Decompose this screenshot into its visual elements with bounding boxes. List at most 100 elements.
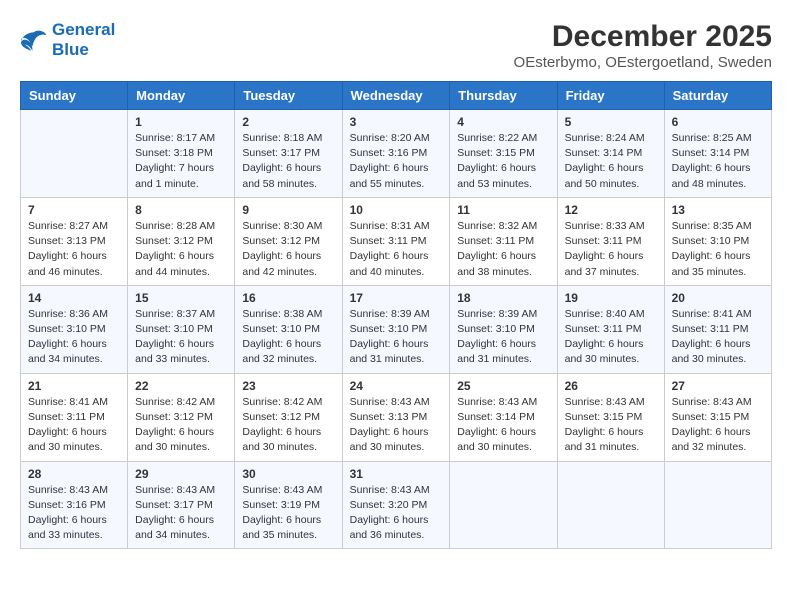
day-content: Sunrise: 8:24 AM Sunset: 3:14 PM Dayligh… [565,131,657,192]
calendar-cell: 5Sunrise: 8:24 AM Sunset: 3:14 PM Daylig… [557,110,664,198]
day-content: Sunrise: 8:32 AM Sunset: 3:11 PM Dayligh… [457,219,549,280]
day-content: Sunrise: 8:17 AM Sunset: 3:18 PM Dayligh… [135,131,227,192]
calendar-cell [21,110,128,198]
day-number: 30 [242,467,334,481]
day-content: Sunrise: 8:43 AM Sunset: 3:15 PM Dayligh… [672,395,764,456]
day-content: Sunrise: 8:31 AM Sunset: 3:11 PM Dayligh… [350,219,443,280]
day-content: Sunrise: 8:43 AM Sunset: 3:20 PM Dayligh… [350,483,443,544]
day-number: 13 [672,203,764,217]
day-number: 19 [565,291,657,305]
day-content: Sunrise: 8:43 AM Sunset: 3:17 PM Dayligh… [135,483,227,544]
calendar-cell: 6 Sunrise: 8:25 AM Sunset: 3:14 PM Daylig… [664,110,771,198]
day-content: Sunrise: 8:27 AM Sunset: 3:13 PM Dayligh… [28,219,120,280]
day-number: 15 [135,291,227,305]
calendar-cell: 15Sunrise: 8:37 AM Sunset: 3:10 PM Dayli… [128,285,235,373]
calendar-table: SundayMondayTuesdayWednesdayThursdayFrid… [20,81,772,549]
calendar-cell: 4 Sunrise: 8:22 AM Sunset: 3:15 PM Daylig… [450,110,557,198]
day-number: 17 [350,291,443,305]
day-content: Sunrise: 8:43 AM Sunset: 3:14 PM Dayligh… [457,395,549,456]
day-number: 14 [28,291,120,305]
day-content: Sunrise: 8:30 AM Sunset: 3:12 PM Dayligh… [242,219,334,280]
day-content: Sunrise: 8:38 AM Sunset: 3:10 PM Dayligh… [242,307,334,368]
calendar-cell: 28 Sunrise: 8:43 AM Sunset: 3:16 PM Dayli… [21,461,128,549]
day-content: Sunrise: 8:43 AM Sunset: 3:16 PM Dayligh… [28,483,120,544]
day-number: 23 [242,379,334,393]
calendar-cell: 19 Sunrise: 8:40 AM Sunset: 3:11 PM Dayli… [557,285,664,373]
calendar-cell: 10 Sunrise: 8:31 AM Sunset: 3:11 PM Dayli… [342,197,450,285]
day-content: Sunrise: 8:35 AM Sunset: 3:10 PM Dayligh… [672,219,764,280]
day-content: Sunrise: 8:43 AM Sunset: 3:13 PM Dayligh… [350,395,443,456]
calendar-cell: 29Sunrise: 8:43 AM Sunset: 3:17 PM Dayli… [128,461,235,549]
day-number: 16 [242,291,334,305]
day-content: Sunrise: 8:28 AM Sunset: 3:12 PM Dayligh… [135,219,227,280]
calendar-cell: 7 Sunrise: 8:27 AM Sunset: 3:13 PM Daylig… [21,197,128,285]
calendar-cell: 26 Sunrise: 8:43 AM Sunset: 3:15 PM Dayli… [557,373,664,461]
day-number: 25 [457,379,549,393]
day-number: 7 [28,203,120,217]
logo-icon [20,29,48,51]
day-number: 4 [457,115,549,129]
calendar-cell [450,461,557,549]
calendar-cell: 14 Sunrise: 8:36 AM Sunset: 3:10 PM Dayli… [21,285,128,373]
calendar-cell: 8 Sunrise: 8:28 AM Sunset: 3:12 PM Daylig… [128,197,235,285]
calendar-cell: 31Sunrise: 8:43 AM Sunset: 3:20 PM Dayli… [342,461,450,549]
calendar-cell [557,461,664,549]
day-content: Sunrise: 8:39 AM Sunset: 3:10 PM Dayligh… [350,307,443,368]
calendar-cell: 25 Sunrise: 8:43 AM Sunset: 3:14 PM Dayli… [450,373,557,461]
calendar-cell: 24 Sunrise: 8:43 AM Sunset: 3:13 PM Dayli… [342,373,450,461]
calendar-cell: 21 Sunrise: 8:41 AM Sunset: 3:11 PM Dayli… [21,373,128,461]
calendar-cell [664,461,771,549]
calendar-cell: 13 Sunrise: 8:35 AM Sunset: 3:10 PM Dayli… [664,197,771,285]
weekday-header-saturday: Saturday [664,82,771,110]
day-number: 9 [242,203,334,217]
day-content: Sunrise: 8:20 AM Sunset: 3:16 PM Dayligh… [350,131,443,192]
day-number: 20 [672,291,764,305]
calendar-row-0: 1 Sunrise: 8:17 AM Sunset: 3:18 PM Daylig… [21,110,772,198]
calendar-cell: 16 Sunrise: 8:38 AM Sunset: 3:10 PM Dayli… [235,285,342,373]
calendar-cell: 18Sunrise: 8:39 AM Sunset: 3:10 PM Dayli… [450,285,557,373]
calendar-cell: 12 Sunrise: 8:33 AM Sunset: 3:11 PM Dayli… [557,197,664,285]
weekday-header-friday: Friday [557,82,664,110]
day-content: Sunrise: 8:33 AM Sunset: 3:11 PM Dayligh… [565,219,657,280]
day-number: 6 [672,115,764,129]
day-number: 12 [565,203,657,217]
day-number: 1 [135,115,227,129]
location-subtitle: OEsterbymo, OEstergoetland, Sweden [514,54,772,71]
day-content: Sunrise: 8:43 AM Sunset: 3:19 PM Dayligh… [242,483,334,544]
day-content: Sunrise: 8:25 AM Sunset: 3:14 PM Dayligh… [672,131,764,192]
weekday-header-monday: Monday [128,82,235,110]
day-number: 10 [350,203,443,217]
day-number: 24 [350,379,443,393]
weekday-header-sunday: Sunday [21,82,128,110]
weekday-header-tuesday: Tuesday [235,82,342,110]
day-number: 2 [242,115,334,129]
day-content: Sunrise: 8:41 AM Sunset: 3:11 PM Dayligh… [672,307,764,368]
day-content: Sunrise: 8:22 AM Sunset: 3:15 PM Dayligh… [457,131,549,192]
calendar-row-1: 7 Sunrise: 8:27 AM Sunset: 3:13 PM Daylig… [21,197,772,285]
calendar-cell: 1 Sunrise: 8:17 AM Sunset: 3:18 PM Daylig… [128,110,235,198]
month-year-title: December 2025 [514,20,772,54]
day-number: 3 [350,115,443,129]
day-content: Sunrise: 8:40 AM Sunset: 3:11 PM Dayligh… [565,307,657,368]
calendar-cell: 23Sunrise: 8:42 AM Sunset: 3:12 PM Dayli… [235,373,342,461]
day-number: 21 [28,379,120,393]
day-content: Sunrise: 8:36 AM Sunset: 3:10 PM Dayligh… [28,307,120,368]
calendar-cell: 11 Sunrise: 8:32 AM Sunset: 3:11 PM Dayli… [450,197,557,285]
day-number: 11 [457,203,549,217]
day-content: Sunrise: 8:43 AM Sunset: 3:15 PM Dayligh… [565,395,657,456]
day-number: 8 [135,203,227,217]
calendar-cell: 20 Sunrise: 8:41 AM Sunset: 3:11 PM Dayli… [664,285,771,373]
calendar-cell: 27Sunrise: 8:43 AM Sunset: 3:15 PM Dayli… [664,373,771,461]
logo: General Blue [20,20,115,60]
day-number: 28 [28,467,120,481]
day-number: 26 [565,379,657,393]
calendar-cell: 9 Sunrise: 8:30 AM Sunset: 3:12 PM Daylig… [235,197,342,285]
logo-text: General Blue [52,20,115,60]
day-number: 22 [135,379,227,393]
weekday-header-thursday: Thursday [450,82,557,110]
calendar-row-2: 14 Sunrise: 8:36 AM Sunset: 3:10 PM Dayli… [21,285,772,373]
day-content: Sunrise: 8:41 AM Sunset: 3:11 PM Dayligh… [28,395,120,456]
calendar-row-3: 21 Sunrise: 8:41 AM Sunset: 3:11 PM Dayli… [21,373,772,461]
weekday-header-wednesday: Wednesday [342,82,450,110]
page-header: General Blue December 2025 OEsterbymo, O… [20,20,772,71]
